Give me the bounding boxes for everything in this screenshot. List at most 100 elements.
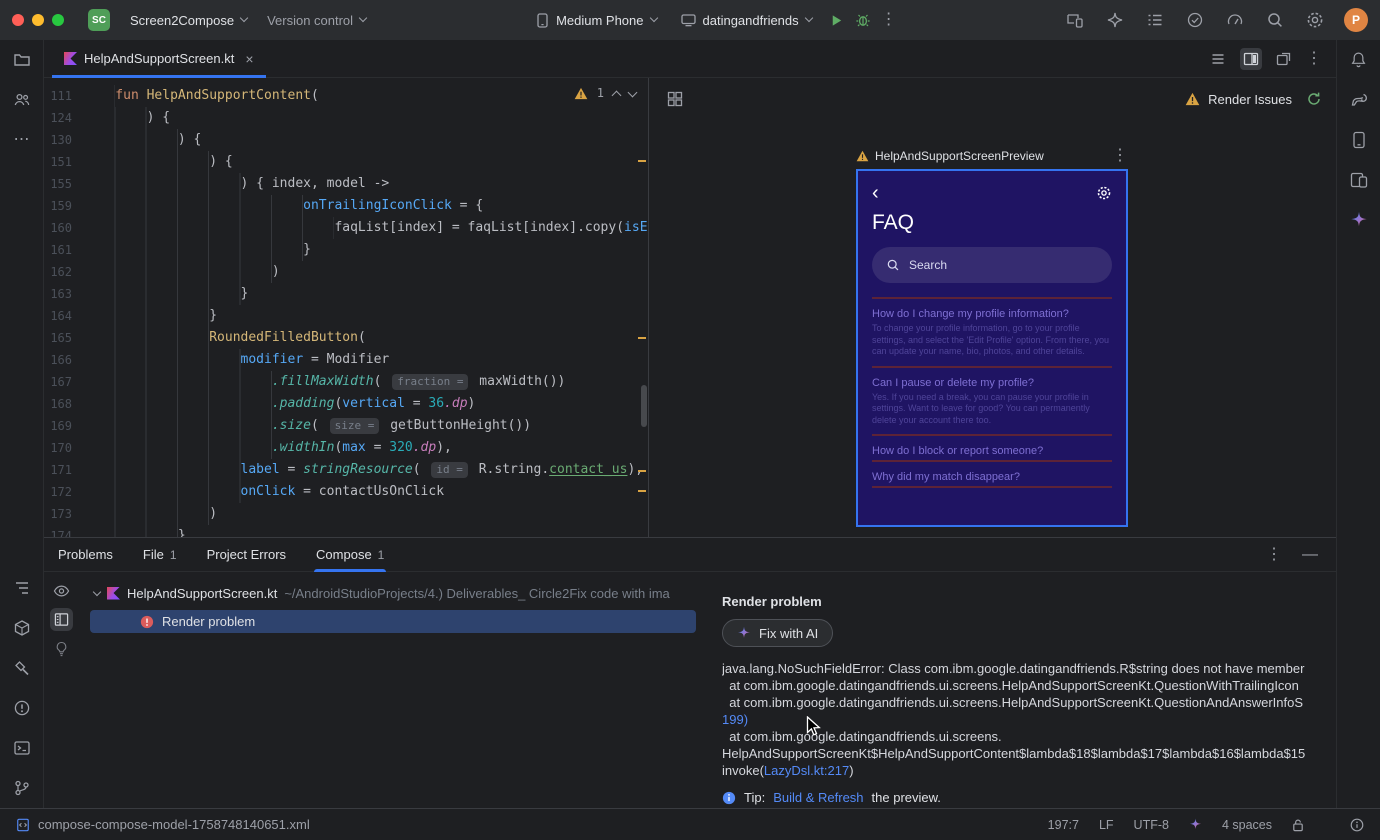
warning-stripe-mark[interactable] xyxy=(638,470,646,472)
close-tab-icon[interactable]: × xyxy=(245,51,253,67)
next-problem-icon[interactable] xyxy=(627,87,638,97)
run-button[interactable] xyxy=(826,9,848,31)
build-tool-button[interactable] xyxy=(12,658,32,678)
status-file[interactable]: compose-compose-model-1758748140651.xml xyxy=(16,817,310,832)
device-mirroring-button[interactable] xyxy=(1064,9,1086,31)
code-line[interactable]: 173) xyxy=(44,503,648,525)
profiler-button[interactable] xyxy=(1224,9,1246,31)
preview-canvas[interactable]: HelpAndSupportScreenPreview ⋮ ‹ FAQ Sear… xyxy=(649,120,1336,537)
terminal-tool-button[interactable] xyxy=(12,738,32,758)
layout-switch-button[interactable] xyxy=(667,91,683,107)
code-line[interactable]: 169 .size( size = getButtonHeight()) xyxy=(44,415,648,437)
code-line[interactable]: 174} xyxy=(44,525,648,537)
code-line[interactable]: 111 fun HelpAndSupportContent( xyxy=(44,85,648,107)
fix-with-ai-button[interactable]: Fix with AI xyxy=(722,619,834,647)
gradle-tool-button[interactable] xyxy=(1349,90,1369,110)
render-issues-label[interactable]: Render Issues xyxy=(1208,92,1292,107)
code-line[interactable]: 172 onClick = contactUsOnClick xyxy=(44,481,648,503)
collaboration-tool-button[interactable] xyxy=(12,90,32,110)
code-line[interactable]: 166 modifier = Modifier xyxy=(44,349,648,371)
device-manager-button[interactable] xyxy=(1349,130,1369,150)
more-actions-button[interactable]: ⋮ xyxy=(878,9,900,31)
code-line[interactable]: 159 onTrailingIconClick = { xyxy=(44,195,648,217)
dependencies-tool-button[interactable] xyxy=(12,618,32,638)
problems-tool-window: Problems File 1 Project Errors Compose 1 ⋮ — xyxy=(44,537,1336,808)
file-encoding[interactable]: UTF-8 xyxy=(1134,818,1169,832)
code-line[interactable]: 151) { xyxy=(44,151,648,173)
user-avatar[interactable]: P xyxy=(1344,8,1368,32)
project-menu[interactable]: Screen2Compose xyxy=(120,8,257,33)
code-line[interactable]: 160 faqList[index] = faqList[index].copy(… xyxy=(44,217,648,239)
preview-problems-button[interactable] xyxy=(53,584,70,598)
tab-compose[interactable]: Compose 1 xyxy=(314,538,387,572)
warning-stripe-mark[interactable] xyxy=(638,160,646,162)
tab-file[interactable]: File 1 xyxy=(143,538,177,572)
ai-status-icon[interactable] xyxy=(1189,818,1202,831)
project-tool-button[interactable] xyxy=(12,50,32,70)
notifications-button[interactable] xyxy=(1349,50,1369,70)
indent-setting[interactable]: 4 spaces xyxy=(1222,818,1272,832)
stack-trace-link[interactable]: LazyDsl.kt:217 xyxy=(764,763,849,778)
lock-icon[interactable] xyxy=(1292,818,1304,832)
debug-button[interactable] xyxy=(852,9,874,31)
preview-card-header: HelpAndSupportScreenPreview ⋮ xyxy=(856,146,1128,166)
editor-tab-active[interactable]: HelpAndSupportScreen.kt × xyxy=(52,40,266,78)
version-control-menu[interactable]: Version control xyxy=(257,8,376,33)
titlebar: SC Screen2Compose Version control Medium… xyxy=(0,0,1380,40)
split-and-preview-button[interactable] xyxy=(1240,47,1262,70)
float-editor-button[interactable] xyxy=(1276,51,1292,67)
code-line[interactable]: 124) { xyxy=(44,107,648,129)
build-refresh-button[interactable] xyxy=(1306,91,1322,107)
code-line[interactable]: 165 RoundedFilledButton( xyxy=(44,327,648,349)
zoom-window-button[interactable] xyxy=(52,14,64,26)
show-details-button[interactable] xyxy=(49,608,73,631)
settings-button[interactable] xyxy=(1304,9,1326,31)
code-line[interactable]: 170 .widthIn(max = 320.dp), xyxy=(44,437,648,459)
hide-panel-icon[interactable]: — xyxy=(1302,546,1318,563)
code-line[interactable]: 171 label = stringResource( id = R.string… xyxy=(44,459,648,481)
build-refresh-link[interactable]: Build & Refresh xyxy=(773,790,863,805)
gemini-button[interactable] xyxy=(1349,210,1369,230)
editor-scrollbar[interactable] xyxy=(641,385,647,427)
code-line[interactable]: 155) { index, model -> xyxy=(44,173,648,195)
preview-menu-icon[interactable]: ⋮ xyxy=(1112,148,1128,164)
cursor-position[interactable]: 197:7 xyxy=(1048,818,1079,832)
code-line[interactable]: 162) xyxy=(44,261,648,283)
problems-tool-button[interactable] xyxy=(12,698,32,718)
code-line[interactable]: 161} xyxy=(44,239,648,261)
version-control-tool-button[interactable] xyxy=(12,778,32,798)
minimize-window-button[interactable] xyxy=(32,14,44,26)
code-line[interactable]: 168 .padding(vertical = 36.dp) xyxy=(44,393,648,415)
app-insights-button[interactable] xyxy=(1184,9,1206,31)
more-tool-windows-button[interactable]: ⋯ xyxy=(12,130,32,150)
stack-trace-link[interactable]: 199) xyxy=(722,712,748,727)
ai-assistant-button[interactable] xyxy=(1104,9,1126,31)
previous-problem-icon[interactable] xyxy=(611,90,622,100)
code-line[interactable]: 163} xyxy=(44,283,648,305)
render-problem-row[interactable]: Render problem xyxy=(90,610,696,633)
problems-file-row[interactable]: HelpAndSupportScreen.kt ~/AndroidStudioP… xyxy=(78,582,722,604)
warning-stripe-mark[interactable] xyxy=(638,337,646,339)
code-line[interactable]: 130) { xyxy=(44,129,648,151)
quick-fix-button[interactable] xyxy=(55,641,68,657)
inspections-widget[interactable]: 1 xyxy=(574,86,638,100)
search-everywhere-button[interactable] xyxy=(1264,9,1286,31)
editor-list-button[interactable] xyxy=(1210,51,1226,67)
structure-tool-button[interactable] xyxy=(12,578,32,598)
run-config-selector[interactable]: datingandfriends xyxy=(671,8,822,33)
tab-project-errors[interactable]: Project Errors xyxy=(207,538,286,572)
code-line[interactable]: 164} xyxy=(44,305,648,327)
more-vertical-icon[interactable]: ⋮ xyxy=(1266,546,1282,563)
tab-problems[interactable]: Problems xyxy=(58,538,113,572)
warning-stripe-mark[interactable] xyxy=(638,490,646,492)
preview-card[interactable]: HelpAndSupportScreenPreview ⋮ ‹ FAQ Sear… xyxy=(856,146,1128,527)
close-window-button[interactable] xyxy=(12,14,24,26)
info-status-icon[interactable] xyxy=(1350,818,1364,832)
device-selector[interactable]: Medium Phone xyxy=(526,8,666,33)
code-line[interactable]: 167 .fillMaxWidth( fraction = maxWidth()) xyxy=(44,371,648,393)
more-vertical-icon[interactable]: ⋮ xyxy=(1306,50,1322,67)
todo-list-button[interactable] xyxy=(1144,9,1166,31)
line-separator[interactable]: LF xyxy=(1099,818,1114,832)
code-editor[interactable]: 111 fun HelpAndSupportContent(124) {130) … xyxy=(44,78,648,537)
running-devices-button[interactable] xyxy=(1349,170,1369,190)
